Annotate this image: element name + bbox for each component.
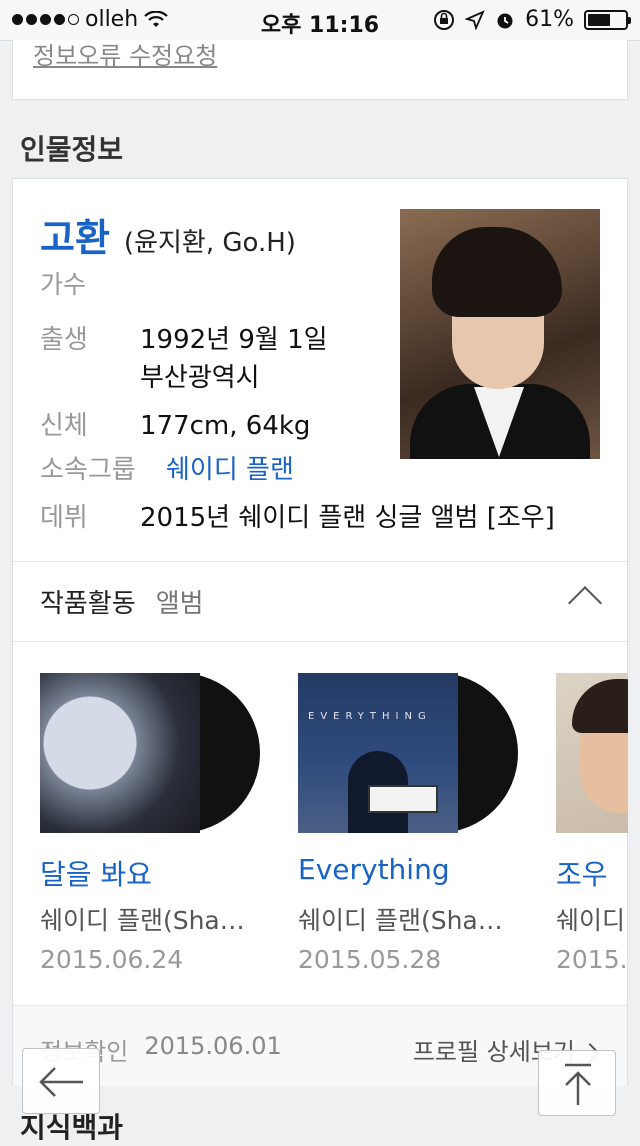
section-title: 인물정보 xyxy=(20,133,124,166)
info-label: 신체 xyxy=(40,411,88,441)
info-value-secondary: 부산광역시 xyxy=(140,363,260,393)
album-date: 2015.0 xyxy=(556,945,628,974)
person-job: 가수 xyxy=(40,270,87,299)
group-link[interactable]: 쉐이디 플랜 xyxy=(166,451,294,489)
divider xyxy=(13,561,627,562)
album-artist: 쉐이디 플랜(Sha… xyxy=(40,906,245,935)
album-title[interactable]: 달을 봐요 xyxy=(40,853,152,893)
album-cover[interactable]: EVERYTHING xyxy=(298,673,518,833)
album-cover-text: EVERYTHING xyxy=(308,711,432,722)
person-card: 고환 (윤지환, Go.H) 가수 출생 1992년 9월 1일 부산광역시 신… xyxy=(12,178,628,1086)
person-name[interactable]: 고환 xyxy=(40,207,110,262)
info-birth: 출생 1992년 9월 1일 부산광역시 xyxy=(40,321,328,397)
info-body: 신체 177cm, 64kg xyxy=(40,407,310,445)
album-artist: 쉐이디 플랜(Sha… xyxy=(298,906,503,935)
card-footer: 정보확인 2015.06.01 프로필 상세보기 xyxy=(13,1005,627,1086)
back-button[interactable] xyxy=(22,1048,100,1114)
divider xyxy=(13,641,627,642)
arrow-up-icon xyxy=(565,1063,591,1105)
album-carousel[interactable]: 달을 봐요 쉐이디 플랜(Sha… 2015.06.24 EVERYTHING … xyxy=(40,673,628,993)
info-label: 소속그룹 xyxy=(40,455,136,485)
location-icon xyxy=(465,9,485,30)
correction-request-link[interactable]: 정보오류 수정요청 xyxy=(33,36,217,71)
status-bar: olleh 오후 11:16 61% xyxy=(0,0,640,41)
album-item[interactable]: 달을 봐요 쉐이디 플랜(Sha… 2015.06.24 xyxy=(40,673,280,974)
tab-albums[interactable]: 앨범 xyxy=(156,583,204,620)
scroll-top-button[interactable] xyxy=(538,1050,616,1116)
album-artist: 쉐이디 xyxy=(556,906,626,935)
arrow-left-icon xyxy=(39,1067,83,1097)
album-cover[interactable] xyxy=(40,673,260,833)
chevron-up-icon[interactable] xyxy=(568,586,602,620)
album-date: 2015.06.24 xyxy=(40,945,184,974)
info-value: 1992년 9월 1일 xyxy=(140,325,328,355)
works-title: 작품활동 xyxy=(40,589,136,619)
album-cover[interactable] xyxy=(556,673,628,833)
album-item[interactable]: 조우 쉐이디 2015.0 xyxy=(556,673,628,974)
battery-percent: 61% xyxy=(525,7,574,32)
previous-card: 정보오류 수정요청 xyxy=(12,40,628,100)
info-label: 출생 xyxy=(40,325,88,355)
orientation-lock-icon xyxy=(434,9,455,30)
album-item[interactable]: EVERYTHING Everything 쉐이디 플랜(Sha… 2015.0… xyxy=(298,673,538,974)
name-row: 고환 (윤지환, Go.H) xyxy=(40,207,296,262)
info-debut: 데뷔 2015년 쉐이디 플랜 싱글 앨범 [조우] xyxy=(40,499,555,537)
person-alias: (윤지환, Go.H) xyxy=(123,228,296,258)
album-date: 2015.05.28 xyxy=(298,945,442,974)
works-header: 작품활동 앨범 xyxy=(40,583,204,620)
info-group: 소속그룹 쉐이디 플랜 xyxy=(40,451,294,489)
alarm-icon xyxy=(497,13,513,28)
info-value: 2015년 쉐이디 플랜 싱글 앨범 [조우] xyxy=(140,503,555,533)
person-photo[interactable] xyxy=(400,209,600,459)
battery-icon xyxy=(584,9,631,30)
info-value: 177cm, 64kg xyxy=(140,411,311,441)
info-label: 데뷔 xyxy=(40,503,88,533)
status-right: 61% xyxy=(433,7,631,32)
album-title[interactable]: Everything xyxy=(298,853,450,886)
info-check-date: 2015.06.01 xyxy=(144,1032,282,1060)
album-title[interactable]: 조우 xyxy=(556,853,608,893)
